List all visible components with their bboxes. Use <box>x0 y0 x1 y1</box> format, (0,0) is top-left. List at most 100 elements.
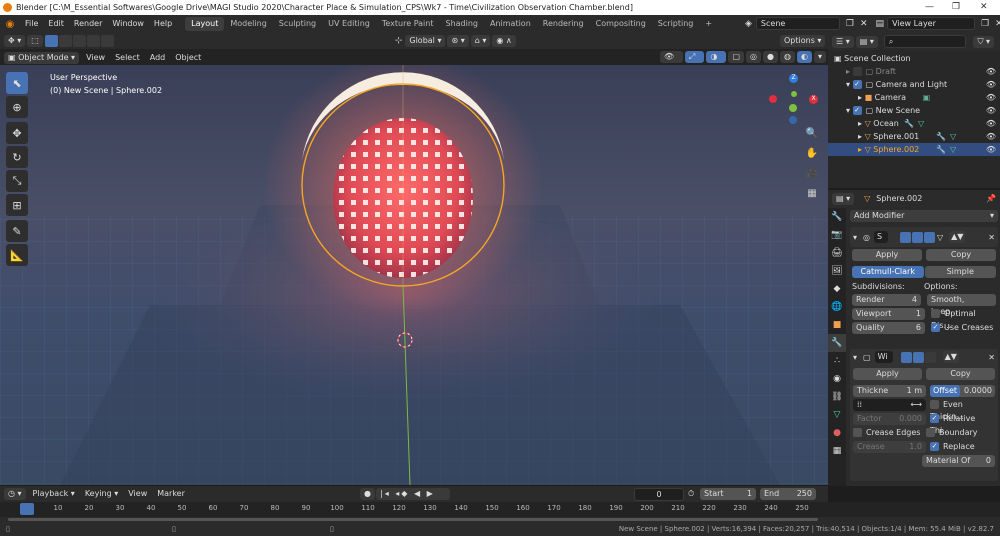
editor-type-button[interactable]: ✥ ▾ <box>4 35 26 47</box>
outliner-row-sphere-001[interactable]: ▸ ▽ Sphere.001 🔧 ▽ 👁 <box>828 130 1000 143</box>
gizmo-z-axis[interactable]: Z <box>789 74 798 83</box>
new-scene-visibility-eye-icon[interactable]: 👁 <box>986 104 996 117</box>
wireframe-name-field[interactable]: Wi <box>874 351 893 363</box>
modifier-tab-icon[interactable]: 🔧 <box>828 334 846 352</box>
collapse-arrow-icon[interactable]: ▾ <box>853 353 857 362</box>
current-frame-field[interactable]: 0 <box>634 487 684 501</box>
viewport-toggle-icon[interactable] <box>912 231 923 243</box>
wire-editmode-toggle-icon[interactable] <box>924 351 936 363</box>
catmull-clark-toggle[interactable]: Catmull-Clark <box>852 266 924 278</box>
preview-range-clock-icon[interactable]: ⏱ <box>688 489 694 499</box>
select-tool-icon[interactable]: ⬚ <box>27 35 43 47</box>
editmode-toggle-icon[interactable] <box>924 231 935 243</box>
output-tab-icon[interactable]: 🖨 <box>828 244 846 262</box>
move-tool-icon[interactable]: ✥ <box>6 122 28 144</box>
shading-wireframe-icon[interactable]: ◎ <box>746 51 762 63</box>
shading-options-icon[interactable]: ▾ <box>813 51 826 63</box>
delete-view-layer-icon[interactable]: ✕ <box>995 19 1000 29</box>
wire-move-up-icon[interactable]: ▲▼ <box>942 351 959 363</box>
remove-modifier-icon[interactable]: ✕ <box>988 233 995 242</box>
draft-exclude-checkbox[interactable] <box>852 67 862 76</box>
outliner-row-camera-and-light[interactable]: ▾ ✓ ▢ Camera and Light 👁 <box>828 78 1000 91</box>
collapse-arrow-icon[interactable]: ▾ <box>853 233 857 242</box>
shading-material-icon[interactable]: ◍ <box>780 51 795 63</box>
menu-render[interactable]: Render <box>69 15 107 33</box>
sphere001-modifier-wrench-icon[interactable]: 🔧 <box>936 130 946 143</box>
minimize-button[interactable]: — <box>925 0 934 15</box>
pan-hand-icon[interactable]: ✋ <box>803 145 821 163</box>
visibility-filter-icon[interactable]: 👁 ▾ <box>660 51 683 73</box>
render-levels-field[interactable]: Render 4 <box>852 294 921 306</box>
gizmo-neg-z-axis[interactable] <box>789 116 797 124</box>
new-scene-exclude-checkbox[interactable]: ✓ <box>852 106 862 115</box>
subsurf-copy-button[interactable]: Copy <box>926 249 996 261</box>
wireframe-copy-button[interactable]: Copy <box>926 368 995 380</box>
wire-remove-modifier-icon[interactable]: ✕ <box>988 353 995 362</box>
invert-vertex-group-icon[interactable]: ⟷ <box>911 399 922 411</box>
add-workspace-button[interactable]: + <box>699 17 718 31</box>
crease-weight-field[interactable]: Crease 1.0 <box>853 441 926 453</box>
measure-tool-icon[interactable]: 📐 <box>6 244 28 266</box>
record-button[interactable]: ● <box>360 488 375 500</box>
sphere002-visibility-eye-icon[interactable]: 👁 <box>986 143 996 156</box>
mesh-data-tab-icon[interactable]: ▽ <box>828 406 846 424</box>
tool-tab-icon[interactable]: 🔧 <box>828 208 846 226</box>
tab-animation[interactable]: Animation <box>484 17 537 31</box>
camera-visibility-eye-icon[interactable]: 👁 <box>986 91 996 104</box>
gizmo-y-axis[interactable] <box>789 104 797 112</box>
scale-tool-icon[interactable]: ⤡ <box>6 170 28 192</box>
blender-menu-icon[interactable]: ◉ <box>0 19 20 30</box>
thickness-field[interactable]: Thickne 1 m <box>853 385 926 397</box>
physics-tab-icon[interactable]: ◉ <box>828 370 846 388</box>
material-offset-field[interactable]: Material Of 0 <box>922 455 995 467</box>
sphere002-mesh-data-icon[interactable]: ▽ <box>950 143 956 156</box>
outliner-row-sphere-002[interactable]: ▸ ▽ Sphere.002 🔧 ▽ 👁 <box>828 143 1000 156</box>
timeline-ruler[interactable]: 0102030405060708090100110120130140150160… <box>0 502 1000 517</box>
view-layer-selector[interactable]: View Layer <box>887 17 976 30</box>
tab-layout[interactable]: Layout <box>185 17 225 31</box>
viewport-menu-add[interactable]: Add <box>145 49 171 67</box>
uv-smooth-dropdown[interactable]: Smooth, keep... <box>927 294 996 316</box>
sphere001-mesh-data-icon[interactable]: ▽ <box>950 130 956 143</box>
outliner-row-scene-collection[interactable]: ▣ Scene Collection <box>828 52 1000 65</box>
outliner-row-draft[interactable]: ▸ ▢ Draft 👁 <box>828 65 1000 78</box>
annotate-tool-icon[interactable]: ✎ <box>6 220 28 242</box>
transform-tool-icon[interactable]: ⊞ <box>6 194 28 216</box>
snap-icon[interactable]: ⌂ ▾ <box>470 35 491 47</box>
options-dropdown[interactable]: Options ▾ <box>780 35 826 47</box>
vertex-group-field[interactable]: ⁞⁞ ⟷ <box>853 399 926 411</box>
new-scene-icon[interactable]: ❐ <box>846 19 854 29</box>
tab-scripting[interactable]: Scripting <box>652 17 700 31</box>
gizmo-neg-y-axis[interactable] <box>791 91 797 97</box>
simple-toggle[interactable]: Simple <box>924 266 996 278</box>
start-frame-field[interactable]: Start 1 <box>700 488 756 500</box>
camera-view-icon[interactable]: 🎥 <box>803 165 821 183</box>
texture-tab-icon[interactable]: ▦ <box>828 442 846 460</box>
menu-edit[interactable]: Edit <box>43 15 69 33</box>
sphere001-visibility-eye-icon[interactable]: 👁 <box>986 130 996 143</box>
select-mode-invert-icon[interactable] <box>86 35 100 47</box>
subsurf-apply-button[interactable]: Apply <box>852 249 922 261</box>
menu-file[interactable]: File <box>20 15 43 33</box>
move-up-icon[interactable]: ▲▼ <box>949 231 966 243</box>
camera-light-visibility-eye-icon[interactable]: 👁 <box>986 78 996 91</box>
render-toggle-icon[interactable] <box>900 231 911 243</box>
overlay-toggle-icon[interactable]: ◑ ▾ <box>706 51 727 73</box>
tab-texture-paint[interactable]: Texture Paint <box>376 17 440 31</box>
shading-solid-icon[interactable]: ● <box>763 51 779 63</box>
boundary-checkbox[interactable]: Boundary <box>926 427 995 439</box>
object-tab-icon[interactable]: ■ <box>828 316 846 334</box>
even-thickness-checkbox[interactable]: Even Thickn... <box>930 399 995 421</box>
particles-tab-icon[interactable]: ∴ <box>828 352 846 370</box>
subsurf-name-field[interactable]: S <box>874 231 888 243</box>
gizmo-toggle-icon[interactable]: ⤢ ▾ <box>684 51 705 73</box>
timeline-menu-playback[interactable]: Playback ▾ <box>28 485 80 503</box>
offset-field[interactable]: Offset 0.0000 <box>930 385 995 397</box>
tab-shading[interactable]: Shading <box>439 17 484 31</box>
camera-light-exclude-checkbox[interactable]: ✓ <box>852 80 862 89</box>
outliner-editor-type-icon[interactable]: ☰ ▾ <box>832 35 854 48</box>
camera-data-icon[interactable]: ▣ <box>923 93 931 102</box>
factor-field[interactable]: Factor 0.000 <box>853 413 926 425</box>
sphere002-modifier-wrench-icon[interactable]: 🔧 <box>936 143 946 156</box>
outliner-row-camera[interactable]: ▸ ■ Camera ▣ 👁 <box>828 91 1000 104</box>
